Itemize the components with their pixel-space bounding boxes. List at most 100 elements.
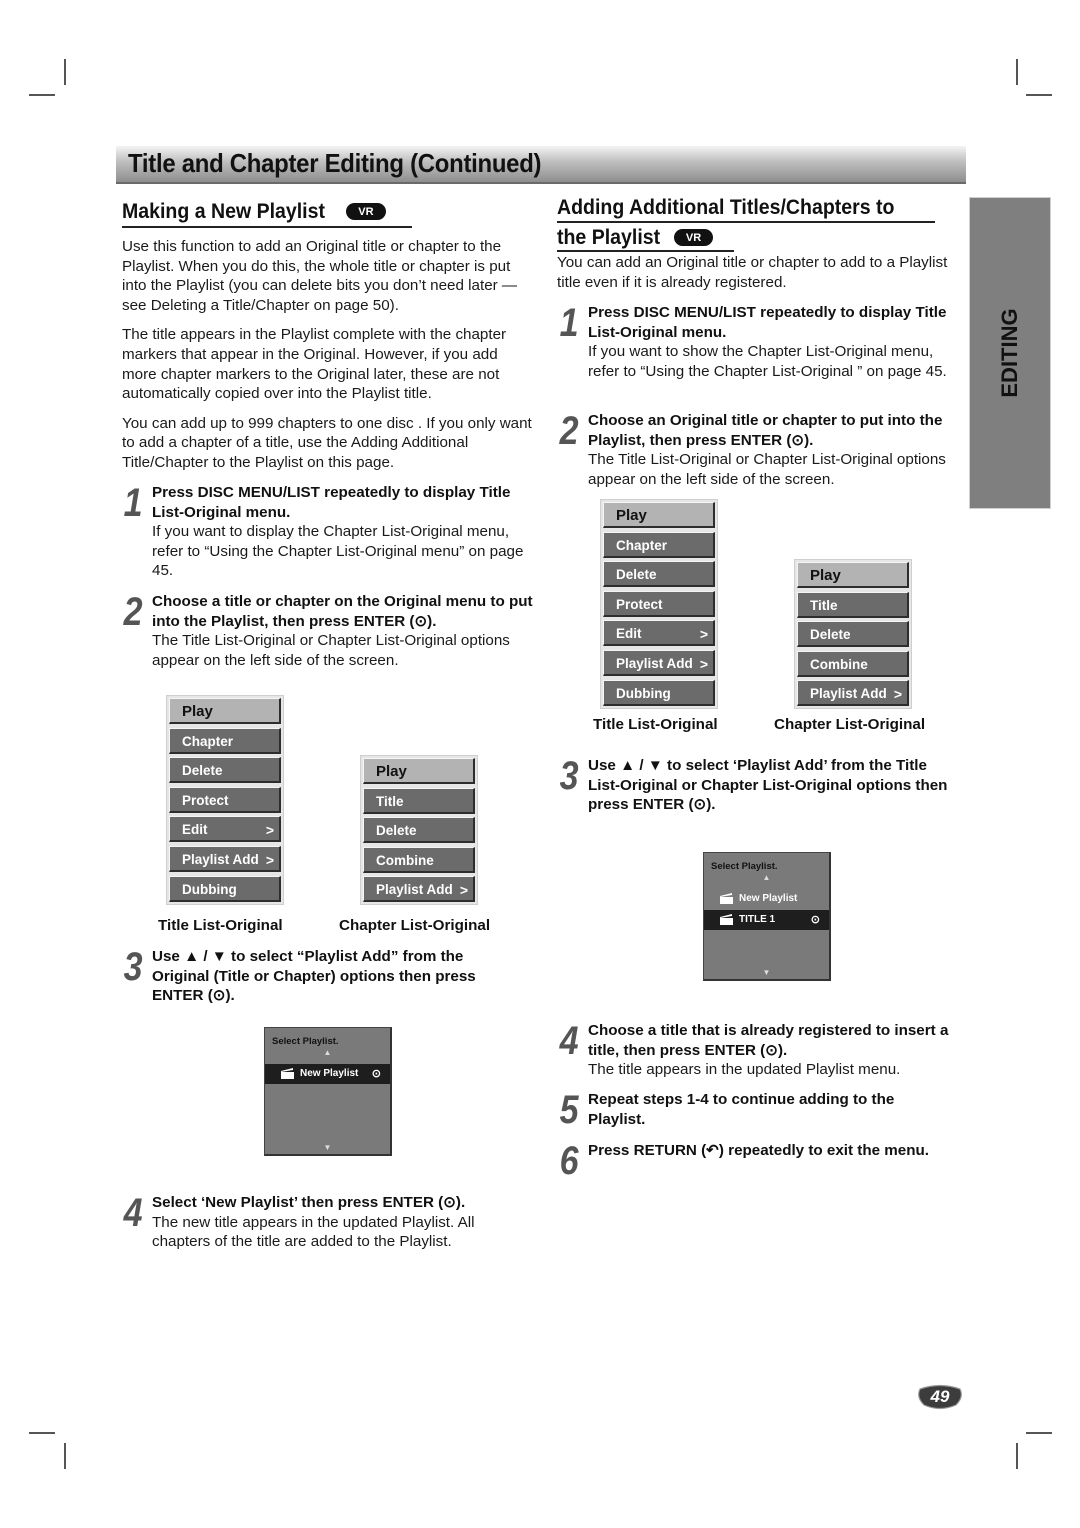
menu-caption: Title List-Original (158, 917, 283, 934)
menu-item-playlist-add[interactable]: Playlist Add > (363, 876, 475, 903)
step-instruction: Use ▲ / ▼ to select “Playlist Add” from … (152, 948, 476, 1005)
step-note: The title appears in the updated Playlis… (588, 1061, 901, 1079)
playlist-row-title-1[interactable]: TITLE 1 ⊙ (704, 910, 829, 930)
menu-item-label: Combine (376, 852, 434, 868)
step-instruction: Choose a title that is already registere… (588, 1022, 949, 1059)
dialog-header: Select Playlist. (711, 861, 778, 872)
clapperboard-icon (281, 1068, 294, 1079)
menu-item-label: Delete (616, 567, 657, 583)
step-instruction: Repeat steps 1-4 to continue adding to t… (588, 1091, 895, 1128)
step-number: 3 (123, 945, 143, 989)
menu-item-playlist-add[interactable]: Playlist Add > (603, 649, 715, 676)
title-list-original-menu: Play Chapter Delete Protect Edit > Playli… (600, 499, 718, 709)
menu-item-label: Title (376, 793, 404, 809)
chevron-right-icon: > (265, 822, 274, 839)
page-number-badge: 49 (916, 1383, 964, 1410)
crop-mark (1026, 94, 1052, 96)
menu-item-play[interactable]: Play (603, 502, 715, 528)
menu-item-play[interactable]: Play (363, 758, 475, 784)
menu-item-delete[interactable]: Delete (363, 817, 475, 844)
left-heading-text: Making a New Playlist (122, 200, 325, 223)
menu-item-chapter[interactable]: Chapter (603, 531, 715, 558)
side-tab-label: EDITING (997, 308, 1022, 398)
playlist-row-new-playlist[interactable]: New Playlist ⊙ (265, 1064, 390, 1084)
step-number: 2 (559, 409, 579, 453)
menu-item-edit[interactable]: Edit > (603, 620, 715, 647)
chevron-right-icon: > (699, 655, 708, 672)
menu-item-protect[interactable]: Protect (603, 590, 715, 617)
scroll-up-arrow-icon[interactable]: ▲ (704, 873, 829, 882)
menu-item-play[interactable]: Play (169, 698, 281, 724)
menu-item-title[interactable]: Title (363, 787, 475, 814)
playlist-row-label: New Playlist (300, 1068, 359, 1079)
chevron-right-icon: > (265, 851, 274, 868)
step-number: 4 (559, 1019, 579, 1063)
menu-item-protect[interactable]: Protect (169, 786, 281, 813)
right-heading-rule-2 (557, 250, 734, 252)
menu-item-title[interactable]: Title (797, 591, 909, 618)
step-number: 1 (559, 301, 579, 345)
chapter-list-original-menu: Play Title Delete Combine Playlist Add > (794, 559, 912, 710)
crop-mark (1026, 1432, 1052, 1434)
menu-item-combine[interactable]: Combine (363, 846, 475, 873)
menu-item-label: Delete (810, 627, 851, 643)
menu-item-playlist-add[interactable]: Playlist Add > (797, 680, 909, 707)
step-instruction: Press DISC MENU/LIST repeatedly to displ… (152, 484, 511, 521)
chevron-right-icon: > (459, 882, 468, 899)
enter-icon: ⊙ (810, 914, 820, 926)
menu-item-dubbing[interactable]: Dubbing (169, 875, 281, 902)
right-heading-line2: the Playlist VR (557, 226, 714, 250)
select-playlist-dialog: Select Playlist. ▲ New Playlist ⊙ ▼ (264, 1027, 392, 1156)
menu-item-label: Delete (376, 823, 417, 839)
menu-item-label: Play (376, 763, 407, 780)
menu-item-label: Title (810, 597, 838, 613)
right-heading-line1: Adding Additional Titles/Chapters to (557, 196, 895, 219)
paragraph: You can add up to 999 chapters to one di… (122, 414, 532, 471)
step-number: 1 (123, 481, 143, 525)
vr-badge: VR (346, 203, 386, 220)
menu-item-delete[interactable]: Delete (797, 621, 909, 648)
menu-item-label: Play (182, 703, 213, 720)
menu-item-chapter[interactable]: Chapter (169, 727, 281, 754)
menu-item-edit[interactable]: Edit > (169, 816, 281, 843)
menu-item-label: Protect (182, 792, 229, 808)
left-heading: Making a New Playlist VR (122, 200, 386, 224)
step-note: The Title List-Original or Chapter List-… (588, 451, 946, 488)
scroll-down-arrow-icon[interactable]: ▼ (704, 968, 829, 977)
menu-item-label: Chapter (616, 537, 668, 553)
select-playlist-dialog: Select Playlist. ▲ New Playlist TITLE 1 … (703, 852, 831, 981)
paragraph: Use this function to add an Original tit… (122, 238, 518, 314)
menu-item-play[interactable]: Play (797, 562, 909, 588)
menu-item-combine[interactable]: Combine (797, 650, 909, 677)
menu-item-label: Combine (810, 656, 868, 672)
menu-item-playlist-add[interactable]: Playlist Add > (169, 845, 281, 872)
menu-item-label: Delete (182, 763, 223, 779)
step-number: 6 (559, 1139, 579, 1183)
crop-mark (64, 1443, 66, 1469)
clapperboard-icon (720, 914, 733, 925)
playlist-row-label: New Playlist (739, 893, 798, 904)
step-instruction: Choose an Original title or chapter to p… (588, 412, 943, 449)
scroll-down-arrow-icon[interactable]: ▼ (265, 1143, 390, 1152)
scroll-up-arrow-icon[interactable]: ▲ (265, 1048, 390, 1057)
menu-item-dubbing[interactable]: Dubbing (603, 679, 715, 706)
dialog-header: Select Playlist. (272, 1036, 339, 1047)
chapter-list-original-menu: Play Title Delete Combine Playlist Add > (360, 755, 478, 906)
menu-item-label: Playlist Add (182, 851, 259, 867)
menu-item-label: Playlist Add (616, 655, 693, 671)
step-note: If you want to show the Chapter List-Ori… (588, 343, 947, 380)
step-number: 2 (123, 590, 143, 634)
crop-mark (29, 94, 55, 96)
clapperboard-icon (720, 893, 733, 904)
banner-title: Title and Chapter Editing (Continued) (128, 148, 542, 178)
side-tab-editing: EDITING (969, 197, 1051, 509)
paragraph: The title appears in the Playlist comple… (122, 326, 507, 403)
playlist-row-label: TITLE 1 (739, 914, 776, 925)
playlist-row-new-playlist[interactable]: New Playlist (704, 889, 829, 909)
menu-item-delete[interactable]: Delete (603, 561, 715, 588)
step-instruction: Press RETURN (↶) repeatedly to exit the … (588, 1142, 930, 1159)
menu-item-label: Chapter (182, 733, 234, 749)
left-heading-rule (122, 226, 412, 228)
menu-item-label: Protect (616, 596, 663, 612)
menu-item-delete[interactable]: Delete (169, 757, 281, 784)
